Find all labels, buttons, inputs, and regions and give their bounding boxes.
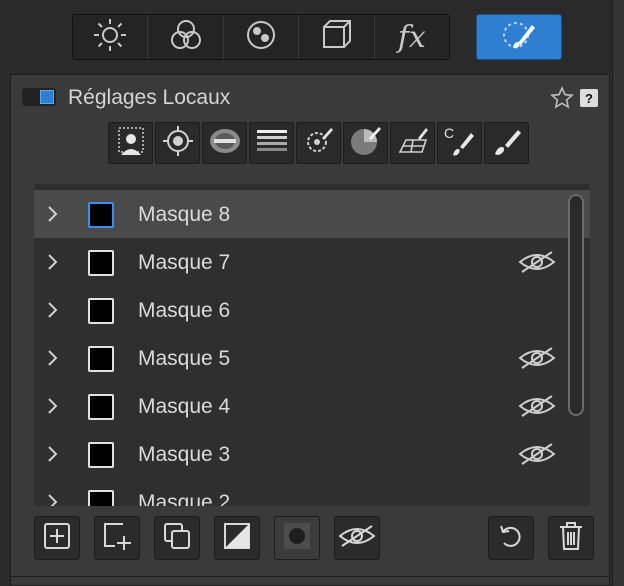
duplicate-icon (162, 521, 192, 556)
mask-row[interactable]: Masque 4 (34, 382, 590, 430)
tool-person-select[interactable] (108, 122, 153, 164)
mask-swatch[interactable] (88, 298, 114, 324)
mask-swatch[interactable] (88, 346, 114, 372)
mask-swatch[interactable] (88, 394, 114, 420)
reset-button[interactable] (488, 516, 534, 560)
tool-brush[interactable] (484, 122, 529, 164)
chevron-right-icon[interactable] (46, 204, 60, 229)
invert-button[interactable] (214, 516, 260, 560)
tool-radial[interactable] (155, 122, 200, 164)
mask-name: Masque 2 (138, 491, 231, 506)
mask-list: Masque 8 Masque 7 Masque 6 Masque 5 Masq… (34, 184, 590, 506)
chevron-right-icon[interactable] (46, 300, 60, 325)
panel-title: Réglages Locaux (68, 86, 231, 109)
mask-row[interactable]: Masque 2 (34, 478, 590, 506)
color-circles-icon (168, 17, 204, 58)
panel-bottom-divider (10, 576, 610, 577)
add-layer-button[interactable] (94, 516, 140, 560)
adjustment-tabs: fx (72, 14, 450, 60)
right-scroll-strip (612, 0, 624, 586)
mask-tool-row: C (108, 122, 531, 164)
mask-name: Masque 3 (138, 443, 231, 466)
hide-all-button[interactable] (334, 516, 380, 560)
mask-row[interactable]: Masque 7 (34, 238, 590, 286)
star-icon[interactable] (550, 86, 574, 115)
eye-hidden-icon[interactable] (518, 250, 556, 279)
tool-linear-gradient[interactable] (249, 122, 294, 164)
gradient-ellipse-icon (208, 126, 242, 161)
delete-button[interactable] (548, 516, 594, 560)
add-mask-button[interactable] (34, 516, 80, 560)
mask-name: Masque 7 (138, 251, 231, 274)
trash-icon (557, 521, 585, 556)
tool-gradient-ellipse[interactable] (202, 122, 247, 164)
chevron-right-icon[interactable] (46, 444, 60, 469)
mask-swatch[interactable] (88, 202, 114, 228)
tab-light[interactable] (73, 15, 149, 59)
tab-local-adjustments[interactable] (476, 14, 562, 60)
person-select-icon (115, 125, 147, 162)
tab-color[interactable] (148, 15, 224, 59)
mask-row[interactable]: Masque 3 (34, 430, 590, 478)
color-picker-brush-icon (302, 124, 336, 163)
mask-row[interactable]: Masque 8 (34, 190, 590, 238)
chevron-right-icon[interactable] (46, 348, 60, 373)
radial-target-icon (162, 125, 194, 162)
help-button[interactable]: ? (580, 89, 598, 107)
panel-enable-toggle[interactable] (22, 88, 56, 106)
add-layer-icon (101, 520, 133, 557)
detail-circle-icon (244, 18, 278, 57)
linear-gradient-icon (255, 126, 289, 161)
local-adjustments-brush-icon (499, 17, 539, 58)
mask-swatch[interactable] (88, 442, 114, 468)
tab-detail[interactable] (223, 15, 300, 59)
tool-color-brush[interactable]: C (437, 122, 482, 164)
tab-geometry[interactable] (299, 15, 375, 59)
tool-luma-picker[interactable] (343, 122, 388, 164)
reset-icon (497, 522, 525, 555)
feather-button[interactable] (274, 516, 320, 560)
hide-all-icon (338, 524, 376, 553)
cube-icon (319, 18, 353, 57)
tab-effects[interactable]: fx (374, 15, 450, 59)
mask-actions-bar (34, 516, 594, 562)
mask-name: Masque 5 (138, 347, 231, 370)
feather-icon (282, 521, 312, 556)
mask-row[interactable]: Masque 6 (34, 286, 590, 334)
color-brush-letter: C (444, 125, 455, 141)
mask-name: Masque 4 (138, 395, 231, 418)
eye-hidden-icon[interactable] (518, 346, 556, 375)
mask-swatch[interactable] (88, 250, 114, 276)
duplicate-button[interactable] (154, 516, 200, 560)
eye-hidden-icon[interactable] (518, 394, 556, 423)
graduated-picker-icon (396, 124, 430, 163)
eye-hidden-icon[interactable] (518, 442, 556, 471)
add-mask-icon (42, 521, 72, 556)
fx-icon: fx (397, 19, 426, 55)
mask-name: Masque 6 (138, 299, 231, 322)
luma-picker-icon (349, 124, 383, 163)
chevron-right-icon[interactable] (46, 492, 60, 506)
mask-list-scrollbar[interactable] (568, 194, 584, 416)
chevron-right-icon[interactable] (46, 252, 60, 277)
mask-name: Masque 8 (138, 203, 231, 226)
invert-icon (222, 521, 252, 556)
mask-row[interactable]: Masque 5 (34, 334, 590, 382)
brush-icon (491, 125, 523, 162)
sun-icon (92, 17, 128, 58)
tool-graduated-picker[interactable] (390, 122, 435, 164)
mask-swatch[interactable] (88, 490, 114, 506)
tool-color-picker-brush[interactable] (296, 122, 341, 164)
chevron-right-icon[interactable] (46, 396, 60, 421)
